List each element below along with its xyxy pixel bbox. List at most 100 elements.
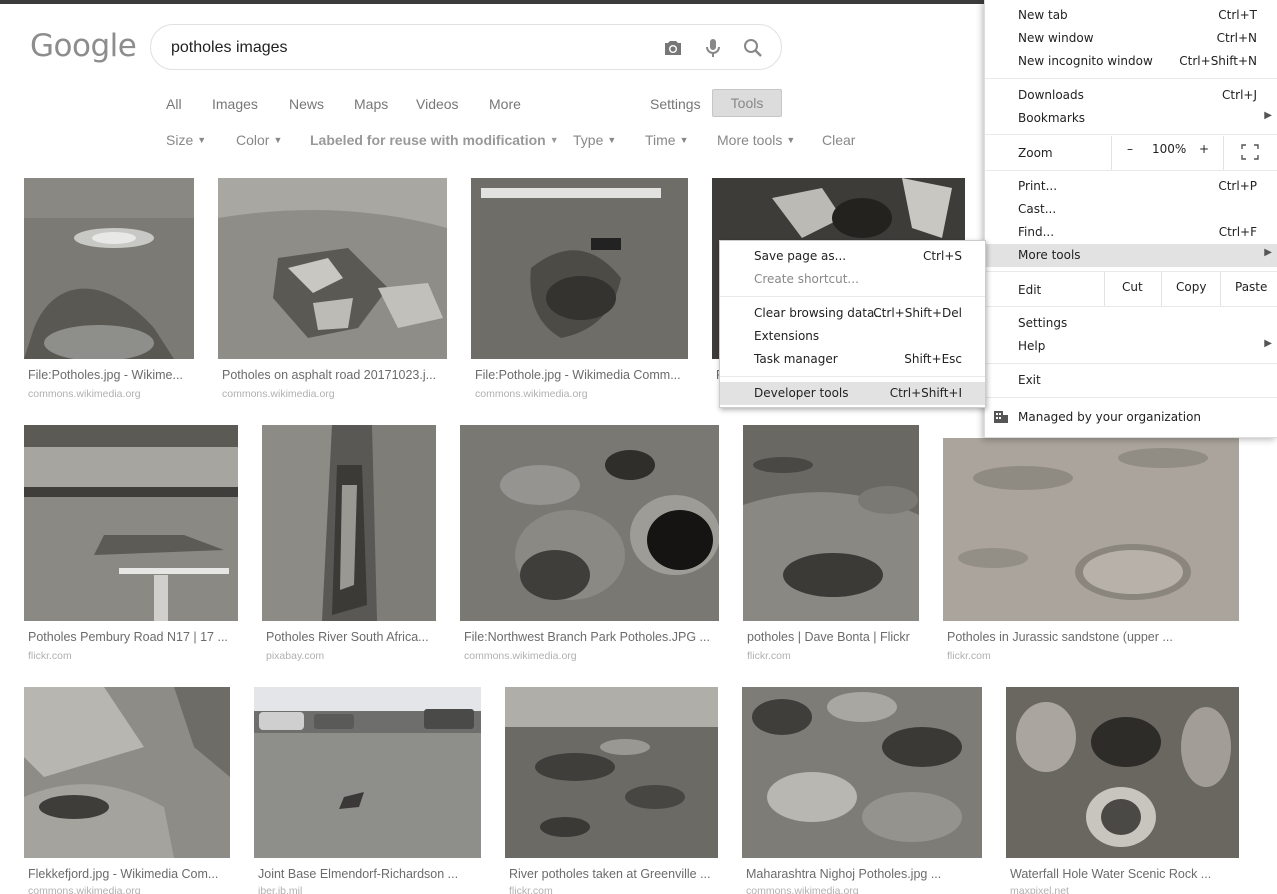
submenu-clear-browsing-data[interactable]: Clear browsing data... Ctrl+Shift+Del <box>720 302 985 325</box>
result-caption[interactable]: Waterfall Hole Water Scenic Rock ... <box>1010 867 1235 881</box>
menu-separator <box>985 397 1277 398</box>
camera-icon[interactable] <box>661 36 685 60</box>
zoom-out-button[interactable]: – <box>1127 142 1133 156</box>
menu-separator <box>1223 136 1224 170</box>
filter-type[interactable]: Type ▼ <box>573 132 616 148</box>
menu-exit[interactable]: Exit <box>985 369 1277 392</box>
result-thumbnail[interactable] <box>1006 687 1239 858</box>
menu-new-tab[interactable]: New tab Ctrl+T <box>985 4 1277 27</box>
result-thumbnail[interactable] <box>471 178 688 359</box>
result-thumbnail[interactable] <box>505 687 718 858</box>
image-result[interactable]: Potholes on asphalt road 20171023.j... c… <box>218 178 447 403</box>
submenu-save-page-as[interactable]: Save page as... Ctrl+S <box>720 245 985 268</box>
filter-color[interactable]: Color ▼ <box>236 132 282 148</box>
image-result[interactable]: Potholes River South Africa... pixabay.c… <box>262 425 436 665</box>
result-thumbnail[interactable] <box>943 438 1239 621</box>
copy-button[interactable]: Copy <box>1176 280 1206 294</box>
image-result[interactable]: River potholes taken at Greenville ... f… <box>505 687 718 894</box>
filter-type-label: Type <box>573 132 604 148</box>
tab-all[interactable]: All <box>166 96 182 112</box>
result-source: flickr.com <box>747 650 791 662</box>
submenu-create-shortcut[interactable]: Create shortcut... <box>720 268 985 291</box>
image-result[interactable]: Flekkefjord.jpg - Wikimedia Com... commo… <box>24 687 230 894</box>
result-caption[interactable]: Flekkefjord.jpg - Wikimedia Com... <box>28 867 228 881</box>
tab-images[interactable]: Images <box>212 96 258 112</box>
result-caption[interactable]: River potholes taken at Greenville ... <box>509 867 719 881</box>
menu-more-tools[interactable]: More tools ▶ <box>985 244 1277 267</box>
result-caption[interactable]: Maharashtra Nighoj Potholes.jpg ... <box>746 867 982 881</box>
menu-help[interactable]: Help ▶ <box>985 335 1277 358</box>
image-result[interactable]: File:Pothole.jpg - Wikimedia Comm... com… <box>471 178 688 403</box>
menu-new-window[interactable]: New window Ctrl+N <box>985 27 1277 50</box>
google-logo[interactable]: Google <box>30 28 137 64</box>
chevron-right-icon: ▶ <box>1264 338 1272 349</box>
image-result[interactable]: File:Potholes.jpg - Wikime... commons.wi… <box>24 178 194 403</box>
image-result[interactable]: Maharashtra Nighoj Potholes.jpg ... comm… <box>742 687 982 894</box>
menu-managed-by-organization[interactable]: Managed by your organization <box>985 406 1277 429</box>
menu-new-incognito-window[interactable]: New incognito window Ctrl+Shift+N <box>985 50 1277 73</box>
result-caption[interactable]: Potholes River South Africa... <box>266 630 436 644</box>
result-caption[interactable]: File:Pothole.jpg - Wikimedia Comm... <box>475 368 685 382</box>
tab-more[interactable]: More <box>489 96 521 112</box>
search-input[interactable] <box>171 36 641 60</box>
menu-label: Save page as... <box>754 249 847 263</box>
result-thumbnail[interactable] <box>24 425 238 621</box>
menu-label: Settings <box>1018 316 1068 330</box>
tools-filter-bar: Size ▼ Color ▼ Labeled for reuse with modi… <box>150 130 870 152</box>
menu-bookmarks[interactable]: Bookmarks ▶ <box>985 107 1277 130</box>
menu-label: Zoom <box>1018 146 1053 160</box>
zoom-in-button[interactable]: + <box>1199 142 1209 156</box>
image-result[interactable]: Waterfall Hole Water Scenic Rock ... max… <box>1006 687 1239 894</box>
filter-size[interactable]: Size ▼ <box>166 132 206 148</box>
tools-button[interactable]: Tools <box>712 89 782 117</box>
result-thumbnail[interactable] <box>460 425 719 621</box>
menu-downloads[interactable]: Downloads Ctrl+J <box>985 84 1277 107</box>
zoom-level: 100% <box>1152 142 1187 156</box>
result-thumbnail[interactable] <box>262 425 436 621</box>
mic-icon[interactable] <box>701 36 725 60</box>
settings-link[interactable]: Settings <box>650 96 701 112</box>
cut-button[interactable]: Cut <box>1122 280 1143 294</box>
result-caption[interactable]: Potholes on asphalt road 20171023.j... <box>222 368 442 382</box>
clear-filters-link[interactable]: Clear <box>822 132 855 148</box>
menu-separator <box>1111 136 1112 170</box>
result-thumbnail[interactable] <box>743 425 919 621</box>
submenu-task-manager[interactable]: Task manager Shift+Esc <box>720 348 985 371</box>
submenu-developer-tools[interactable]: Developer tools Ctrl+Shift+I <box>720 382 985 405</box>
result-source: commons.wikimedia.org <box>746 885 859 894</box>
menu-label: Find... <box>1018 225 1055 239</box>
image-result[interactable]: Joint Base Elmendorf-Richardson ... jber… <box>254 687 481 894</box>
submenu-extensions[interactable]: Extensions <box>720 325 985 348</box>
image-result[interactable]: potholes | Dave Bonta | Flickr flickr.co… <box>743 425 919 665</box>
image-result[interactable]: File:Northwest Branch Park Potholes.JPG … <box>460 425 719 665</box>
result-thumbnail[interactable] <box>24 178 194 359</box>
result-thumbnail[interactable] <box>24 687 230 858</box>
filter-color-label: Color <box>236 132 270 148</box>
filter-usage-rights[interactable]: Labeled for reuse with modification ▼ <box>310 132 559 148</box>
image-result[interactable]: Potholes in Jurassic sandstone (upper ..… <box>943 425 1239 665</box>
result-caption[interactable]: File:Northwest Branch Park Potholes.JPG … <box>464 630 714 644</box>
fullscreen-icon[interactable] <box>1241 144 1259 163</box>
result-thumbnail[interactable] <box>218 178 447 359</box>
tab-news[interactable]: News <box>289 96 324 112</box>
menu-print[interactable]: Print... Ctrl+P <box>985 175 1277 198</box>
filter-more-tools[interactable]: More tools ▼ <box>717 132 795 148</box>
result-caption[interactable]: Potholes in Jurassic sandstone (upper ..… <box>947 630 1237 644</box>
tab-videos[interactable]: Videos <box>416 96 459 112</box>
menu-settings[interactable]: Settings <box>985 312 1277 335</box>
tab-maps[interactable]: Maps <box>354 96 388 112</box>
result-caption[interactable]: potholes | Dave Bonta | Flickr <box>747 630 917 644</box>
result-caption[interactable]: Joint Base Elmendorf-Richardson ... <box>258 867 478 881</box>
filter-time[interactable]: Time ▼ <box>645 132 689 148</box>
result-caption[interactable]: Potholes Pembury Road N17 | 17 ... <box>28 630 233 644</box>
image-result[interactable]: Potholes Pembury Road N17 | 17 ... flick… <box>24 425 238 665</box>
search-icon[interactable] <box>741 36 765 60</box>
result-thumbnail[interactable] <box>742 687 982 858</box>
menu-separator <box>985 271 1277 272</box>
result-caption[interactable]: File:Potholes.jpg - Wikime... <box>28 368 188 382</box>
paste-button[interactable]: Paste <box>1235 280 1267 294</box>
menu-cast[interactable]: Cast... <box>985 198 1277 221</box>
result-thumbnail[interactable] <box>254 687 481 858</box>
search-box[interactable] <box>150 24 782 70</box>
menu-find[interactable]: Find... Ctrl+F <box>985 221 1277 244</box>
